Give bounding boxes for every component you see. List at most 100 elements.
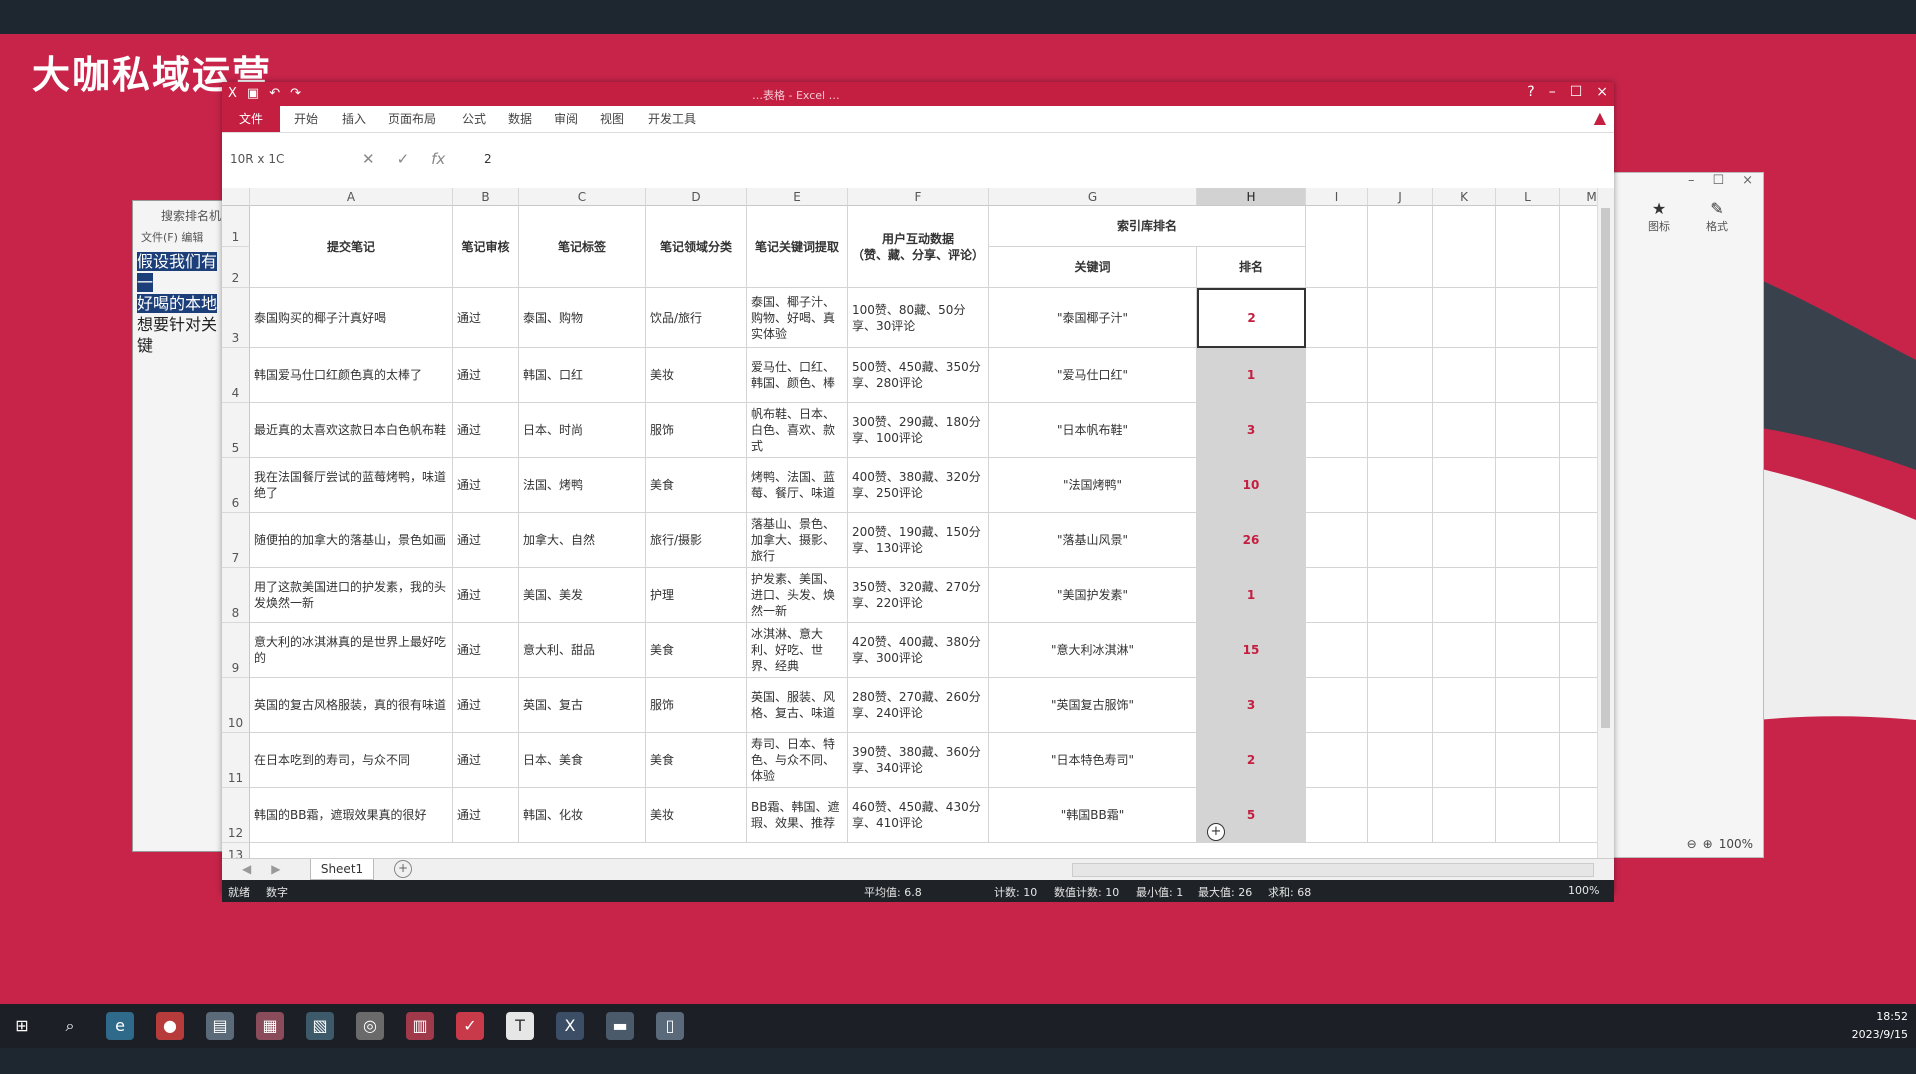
- empty-cell[interactable]: [1496, 568, 1560, 623]
- rank-cell[interactable]: 26: [1197, 513, 1306, 568]
- close-icon[interactable]: ×: [1742, 173, 1753, 188]
- empty-cell[interactable]: [1368, 288, 1433, 348]
- domain-cell[interactable]: 美食: [646, 733, 747, 788]
- empty-cell[interactable]: [1433, 458, 1496, 513]
- folder-app-icon[interactable]: ▬: [606, 1012, 634, 1040]
- rank-cell[interactable]: 15: [1197, 623, 1306, 678]
- interaction-cell[interactable]: 460赞、450藏、430分享、410评论: [848, 788, 989, 843]
- keyword-cell[interactable]: "泰国椰子汁": [989, 288, 1197, 348]
- spreadsheet-grid[interactable]: A B C D E F G H I J K L M 1 2 提交笔记 笔记审核 笔记标签 笔记领域分类 笔记关键词提取…: [222, 188, 1597, 858]
- empty-cell[interactable]: [1496, 403, 1560, 458]
- excel-app-icon[interactable]: X: [556, 1012, 584, 1040]
- keyword-cell[interactable]: "法国烤鸭": [989, 458, 1197, 513]
- confirm-icon[interactable]: ✓: [397, 150, 410, 168]
- row-header[interactable]: 5: [222, 403, 250, 458]
- review-cell[interactable]: 通过: [453, 288, 519, 348]
- minimize-icon[interactable]: –: [1688, 173, 1695, 188]
- interaction-cell[interactable]: 400赞、380藏、320分享、250评论: [848, 458, 989, 513]
- name-box[interactable]: 10R x 1C: [230, 152, 320, 166]
- empty-cell[interactable]: [1306, 788, 1368, 843]
- keywords-cell[interactable]: 泰国、椰子汁、购物、好喝、真实体验: [747, 288, 848, 348]
- tab-data[interactable]: 数据: [508, 110, 532, 127]
- maximize-icon[interactable]: ☐: [1570, 84, 1583, 100]
- domain-cell[interactable]: 饮品/旅行: [646, 288, 747, 348]
- tags-cell[interactable]: 美国、美发: [519, 568, 646, 623]
- empty-cell[interactable]: [1306, 206, 1368, 288]
- keyword-cell[interactable]: "美国护发素": [989, 568, 1197, 623]
- keyword-cell[interactable]: "意大利冰淇淋": [989, 623, 1197, 678]
- review-cell[interactable]: 通过: [453, 403, 519, 458]
- domain-cell[interactable]: 服饰: [646, 403, 747, 458]
- empty-cell[interactable]: [1306, 403, 1368, 458]
- undo-icon[interactable]: ↶: [269, 86, 280, 101]
- empty-cell[interactable]: [1433, 623, 1496, 678]
- sheet-tab-bar[interactable]: ◀ ▶ Sheet1 +: [222, 858, 1614, 881]
- tags-cell[interactable]: 英国、复古: [519, 678, 646, 733]
- tab-review[interactable]: 审阅: [554, 110, 578, 127]
- add-sheet-icon[interactable]: +: [394, 860, 412, 878]
- rank-cell[interactable]: 3: [1197, 403, 1306, 458]
- empty-cell[interactable]: [1560, 206, 1597, 288]
- keywords-cell[interactable]: 爱马仕、口红、韩国、颜色、棒: [747, 348, 848, 403]
- review-cell[interactable]: 通过: [453, 733, 519, 788]
- quick-access-toolbar[interactable]: X ▣ ↶ ↷: [228, 86, 301, 101]
- row-header[interactable]: 9: [222, 623, 250, 678]
- tab-home[interactable]: 开始: [294, 110, 318, 127]
- save-icon[interactable]: ▣: [247, 86, 259, 101]
- empty-cell[interactable]: [1368, 513, 1433, 568]
- side-window-controls[interactable]: – ☐ ×: [1613, 173, 1763, 195]
- empty-cell[interactable]: [1560, 348, 1597, 403]
- domain-cell[interactable]: 旅行/摄影: [646, 513, 747, 568]
- empty-cell[interactable]: [1306, 678, 1368, 733]
- empty-cell[interactable]: [1433, 348, 1496, 403]
- note-cell[interactable]: 最近真的太喜欢这款日本白色帆布鞋: [250, 403, 453, 458]
- note-window[interactable]: 搜索排名机 文件(F) 编辑 假设我们有一 好喝的本地 想要针对关键: [132, 200, 234, 852]
- keywords-cell[interactable]: 烤鸭、法国、蓝莓、餐厅、味道: [747, 458, 848, 513]
- empty-cell[interactable]: [1368, 788, 1433, 843]
- vertical-scrollbar[interactable]: [1597, 188, 1614, 858]
- keyword-cell[interactable]: "英国复古服饰": [989, 678, 1197, 733]
- empty-cell[interactable]: [1560, 788, 1597, 843]
- function-icon[interactable]: fx: [431, 150, 445, 168]
- formula-bar[interactable]: 10R x 1C ✕ ✓ fx 2: [222, 134, 1614, 189]
- empty-cell[interactable]: [1306, 458, 1368, 513]
- maximize-icon[interactable]: ☐: [1712, 173, 1724, 188]
- domain-cell[interactable]: 护理: [646, 568, 747, 623]
- note-cell[interactable]: 英国的复古风格服装，真的很有味道: [250, 678, 453, 733]
- review-cell[interactable]: 通过: [453, 678, 519, 733]
- empty-cell[interactable]: [1433, 403, 1496, 458]
- brush-tool-button[interactable]: ✎ 格式: [1695, 199, 1739, 234]
- tags-cell[interactable]: 意大利、甜品: [519, 623, 646, 678]
- review-cell[interactable]: 通过: [453, 348, 519, 403]
- rank-cell[interactable]: 10: [1197, 458, 1306, 513]
- empty-cell[interactable]: [1560, 568, 1597, 623]
- star-tool-button[interactable]: ★ 图标: [1637, 199, 1681, 234]
- empty-cell[interactable]: [1496, 348, 1560, 403]
- row-header[interactable]: 8: [222, 568, 250, 623]
- empty-cell[interactable]: [1433, 568, 1496, 623]
- interaction-cell[interactable]: 200赞、190藏、150分享、130评论: [848, 513, 989, 568]
- system-clock[interactable]: 18:52 2023/9/15: [1852, 1008, 1908, 1044]
- empty-cell[interactable]: [1496, 788, 1560, 843]
- domain-cell[interactable]: 服饰: [646, 678, 747, 733]
- browser-icon[interactable]: e: [106, 1012, 134, 1040]
- note-cell[interactable]: 泰国购买的椰子汁真好喝: [250, 288, 453, 348]
- keywords-cell[interactable]: 冰淇淋、意大利、好吃、世界、经典: [747, 623, 848, 678]
- search-icon[interactable]: ⌕: [56, 1012, 84, 1040]
- keywords-cell[interactable]: 英国、服装、风格、复古、味道: [747, 678, 848, 733]
- excel-window[interactable]: X ▣ ↶ ↷ …表格 - Excel … ? – ☐ × 文件 开始 插入 页…: [222, 82, 1614, 902]
- tablet-app-icon[interactable]: ▯: [656, 1012, 684, 1040]
- red-app-icon[interactable]: ✓: [456, 1012, 484, 1040]
- row-header[interactable]: 10: [222, 678, 250, 733]
- text-app-icon[interactable]: T: [506, 1012, 534, 1040]
- empty-cell[interactable]: [1496, 733, 1560, 788]
- column-header-j[interactable]: J: [1368, 188, 1433, 206]
- keywords-cell[interactable]: BB霜、韩国、遮瑕、效果、推荐: [747, 788, 848, 843]
- help-icon[interactable]: ?: [1527, 84, 1534, 100]
- tab-formulas[interactable]: 公式: [462, 110, 486, 127]
- review-cell[interactable]: 通过: [453, 458, 519, 513]
- tags-cell[interactable]: 法国、烤鸭: [519, 458, 646, 513]
- horizontal-scrollbar[interactable]: [1072, 863, 1594, 877]
- photo-app-icon[interactable]: ▧: [306, 1012, 334, 1040]
- empty-cell[interactable]: [1560, 623, 1597, 678]
